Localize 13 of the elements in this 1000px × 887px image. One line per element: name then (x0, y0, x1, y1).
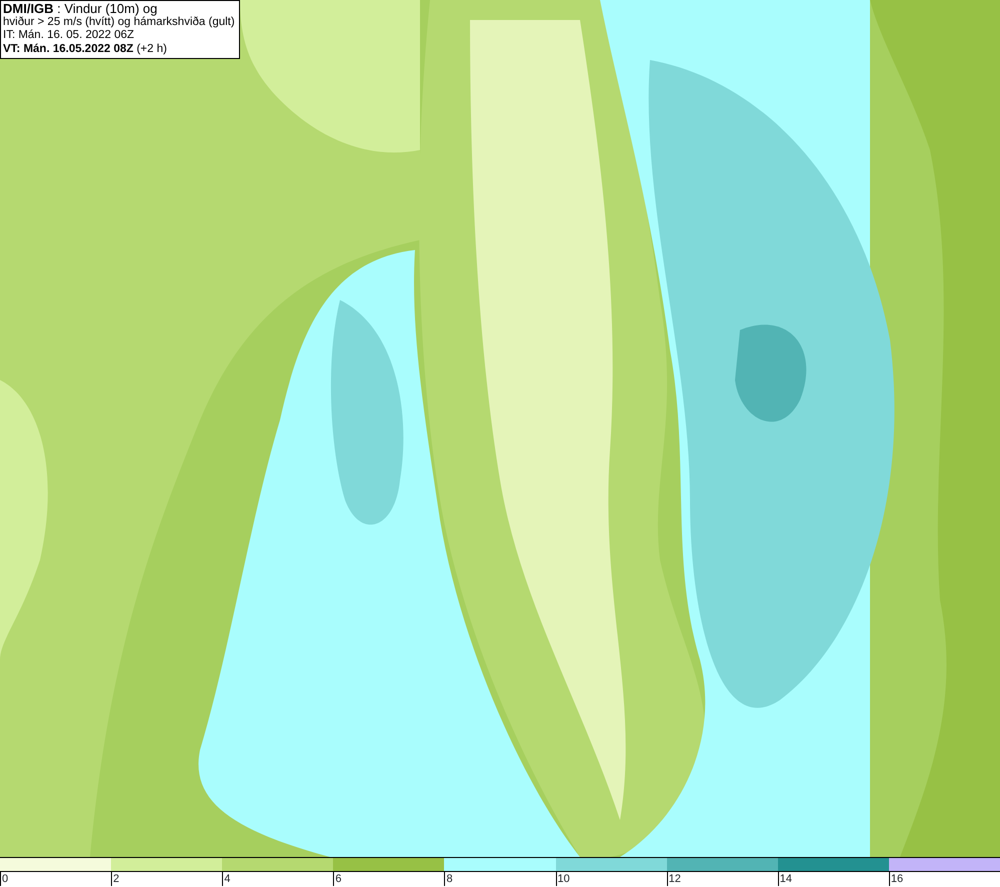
title-line: VT: Mán. 16.05.2022 08Z (+2 h) (3, 42, 168, 56)
legend-tick-label: 10 (558, 873, 570, 885)
legend-tick-label: 16 (890, 873, 904, 885)
legend-tick-label: 8 (446, 873, 453, 885)
title-line: IT: Mán. 16. 05. 2022 06Z (3, 29, 136, 42)
legend-tick-label: 4 (224, 873, 230, 885)
legend-tick-label: 6 (335, 873, 342, 885)
legend-tick-label: 14 (780, 873, 792, 885)
legend-tick-label: 12 (668, 873, 681, 885)
title-line: hviður > 25 m/s (hvítt) og hámarkshviða (gult) (3, 16, 235, 29)
title-line: DMI/IGB : Vindur (10m) og (3, 2, 158, 16)
legend-tick-label: 2 (113, 873, 120, 885)
legend-tick-label: 0 (2, 873, 8, 885)
